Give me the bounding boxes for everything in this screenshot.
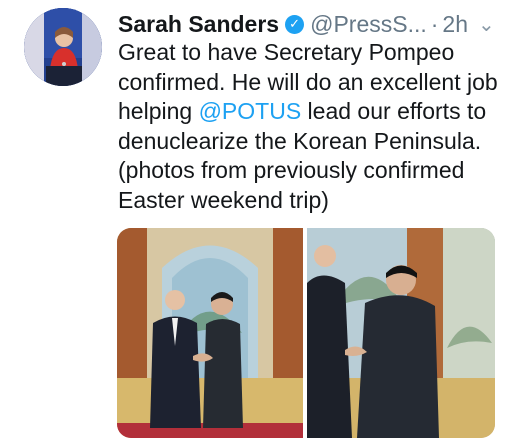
header-separator: · — [430, 10, 439, 37]
author-name[interactable]: Sarah Sanders — [118, 11, 279, 38]
avatar-image — [24, 8, 102, 86]
tweet-header: Sarah Sanders ✓ @PressS... · 2h ⌄ — [118, 8, 514, 40]
photo-handshake-left[interactable] — [117, 228, 303, 438]
handshake-photo-1 — [117, 228, 303, 438]
tweet-timestamp[interactable]: 2h — [442, 11, 468, 38]
potus-mention-link[interactable]: @POTUS — [199, 98, 302, 124]
tweet-text: Great to have Secretary Pompeo confirmed… — [118, 38, 514, 215]
author-handle[interactable]: @PressS... — [310, 11, 427, 38]
tweet-media — [117, 228, 495, 438]
chevron-down-icon[interactable]: ⌄ — [478, 12, 495, 37]
author-avatar[interactable] — [24, 8, 102, 86]
handshake-photo-2 — [307, 228, 495, 438]
photo-handshake-right[interactable] — [307, 228, 495, 438]
verified-badge-icon: ✓ — [285, 14, 305, 34]
